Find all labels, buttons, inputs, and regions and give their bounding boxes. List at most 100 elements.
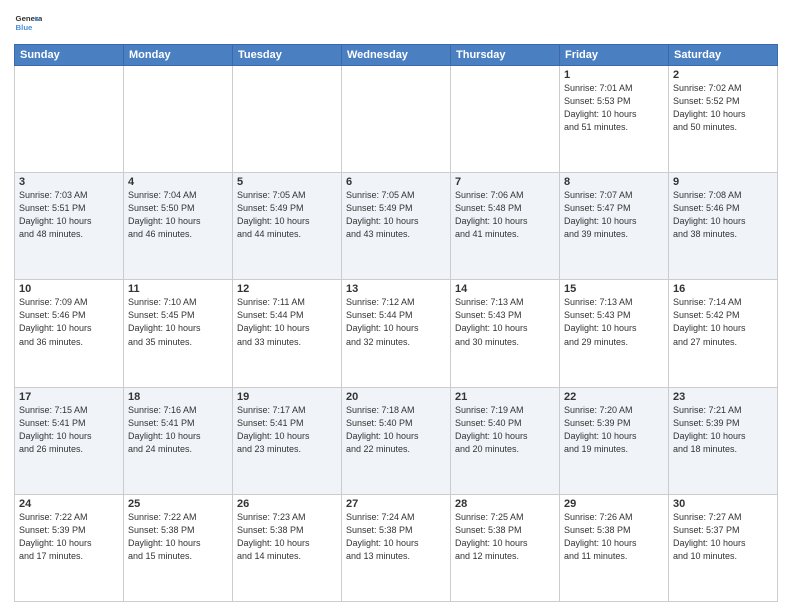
day-info: Sunrise: 7:24 AM Sunset: 5:38 PM Dayligh… bbox=[346, 511, 446, 563]
calendar-cell: 5Sunrise: 7:05 AM Sunset: 5:49 PM Daylig… bbox=[233, 173, 342, 280]
calendar-cell bbox=[342, 66, 451, 173]
day-number: 19 bbox=[237, 391, 337, 403]
day-number: 16 bbox=[673, 283, 773, 295]
day-info: Sunrise: 7:18 AM Sunset: 5:40 PM Dayligh… bbox=[346, 404, 446, 456]
calendar-cell: 15Sunrise: 7:13 AM Sunset: 5:43 PM Dayli… bbox=[560, 280, 669, 387]
calendar-cell: 2Sunrise: 7:02 AM Sunset: 5:52 PM Daylig… bbox=[669, 66, 778, 173]
day-info: Sunrise: 7:14 AM Sunset: 5:42 PM Dayligh… bbox=[673, 296, 773, 348]
weekday-header-thursday: Thursday bbox=[451, 45, 560, 66]
day-info: Sunrise: 7:16 AM Sunset: 5:41 PM Dayligh… bbox=[128, 404, 228, 456]
day-info: Sunrise: 7:19 AM Sunset: 5:40 PM Dayligh… bbox=[455, 404, 555, 456]
day-info: Sunrise: 7:10 AM Sunset: 5:45 PM Dayligh… bbox=[128, 296, 228, 348]
day-number: 6 bbox=[346, 176, 446, 188]
day-number: 11 bbox=[128, 283, 228, 295]
day-number: 8 bbox=[564, 176, 664, 188]
day-info: Sunrise: 7:13 AM Sunset: 5:43 PM Dayligh… bbox=[455, 296, 555, 348]
day-number: 25 bbox=[128, 498, 228, 510]
weekday-header-tuesday: Tuesday bbox=[233, 45, 342, 66]
calendar-cell: 12Sunrise: 7:11 AM Sunset: 5:44 PM Dayli… bbox=[233, 280, 342, 387]
day-info: Sunrise: 7:22 AM Sunset: 5:38 PM Dayligh… bbox=[128, 511, 228, 563]
day-number: 2 bbox=[673, 69, 773, 81]
calendar-cell: 10Sunrise: 7:09 AM Sunset: 5:46 PM Dayli… bbox=[15, 280, 124, 387]
day-info: Sunrise: 7:06 AM Sunset: 5:48 PM Dayligh… bbox=[455, 189, 555, 241]
svg-text:Blue: Blue bbox=[16, 23, 34, 32]
calendar-cell: 19Sunrise: 7:17 AM Sunset: 5:41 PM Dayli… bbox=[233, 387, 342, 494]
day-number: 15 bbox=[564, 283, 664, 295]
calendar-cell: 21Sunrise: 7:19 AM Sunset: 5:40 PM Dayli… bbox=[451, 387, 560, 494]
day-info: Sunrise: 7:20 AM Sunset: 5:39 PM Dayligh… bbox=[564, 404, 664, 456]
calendar-cell: 9Sunrise: 7:08 AM Sunset: 5:46 PM Daylig… bbox=[669, 173, 778, 280]
day-number: 12 bbox=[237, 283, 337, 295]
day-info: Sunrise: 7:27 AM Sunset: 5:37 PM Dayligh… bbox=[673, 511, 773, 563]
day-number: 9 bbox=[673, 176, 773, 188]
calendar-cell: 29Sunrise: 7:26 AM Sunset: 5:38 PM Dayli… bbox=[560, 494, 669, 601]
calendar-cell: 13Sunrise: 7:12 AM Sunset: 5:44 PM Dayli… bbox=[342, 280, 451, 387]
day-number: 3 bbox=[19, 176, 119, 188]
day-info: Sunrise: 7:25 AM Sunset: 5:38 PM Dayligh… bbox=[455, 511, 555, 563]
weekday-header-sunday: Sunday bbox=[15, 45, 124, 66]
day-number: 18 bbox=[128, 391, 228, 403]
day-info: Sunrise: 7:12 AM Sunset: 5:44 PM Dayligh… bbox=[346, 296, 446, 348]
page: General Blue SundayMondayTuesdayWednesda… bbox=[0, 0, 792, 612]
weekday-header-row: SundayMondayTuesdayWednesdayThursdayFrid… bbox=[15, 45, 778, 66]
day-number: 29 bbox=[564, 498, 664, 510]
calendar-cell bbox=[124, 66, 233, 173]
calendar-cell: 28Sunrise: 7:25 AM Sunset: 5:38 PM Dayli… bbox=[451, 494, 560, 601]
day-info: Sunrise: 7:02 AM Sunset: 5:52 PM Dayligh… bbox=[673, 82, 773, 134]
day-number: 30 bbox=[673, 498, 773, 510]
day-number: 26 bbox=[237, 498, 337, 510]
calendar-cell: 20Sunrise: 7:18 AM Sunset: 5:40 PM Dayli… bbox=[342, 387, 451, 494]
week-row-2: 3Sunrise: 7:03 AM Sunset: 5:51 PM Daylig… bbox=[15, 173, 778, 280]
week-row-4: 17Sunrise: 7:15 AM Sunset: 5:41 PM Dayli… bbox=[15, 387, 778, 494]
calendar-cell: 23Sunrise: 7:21 AM Sunset: 5:39 PM Dayli… bbox=[669, 387, 778, 494]
weekday-header-friday: Friday bbox=[560, 45, 669, 66]
day-info: Sunrise: 7:23 AM Sunset: 5:38 PM Dayligh… bbox=[237, 511, 337, 563]
calendar-cell bbox=[451, 66, 560, 173]
calendar-cell bbox=[233, 66, 342, 173]
day-info: Sunrise: 7:15 AM Sunset: 5:41 PM Dayligh… bbox=[19, 404, 119, 456]
day-info: Sunrise: 7:07 AM Sunset: 5:47 PM Dayligh… bbox=[564, 189, 664, 241]
day-number: 22 bbox=[564, 391, 664, 403]
day-info: Sunrise: 7:22 AM Sunset: 5:39 PM Dayligh… bbox=[19, 511, 119, 563]
weekday-header-saturday: Saturday bbox=[669, 45, 778, 66]
weekday-header-wednesday: Wednesday bbox=[342, 45, 451, 66]
calendar-cell: 25Sunrise: 7:22 AM Sunset: 5:38 PM Dayli… bbox=[124, 494, 233, 601]
calendar-cell: 14Sunrise: 7:13 AM Sunset: 5:43 PM Dayli… bbox=[451, 280, 560, 387]
logo: General Blue bbox=[14, 10, 42, 38]
day-info: Sunrise: 7:09 AM Sunset: 5:46 PM Dayligh… bbox=[19, 296, 119, 348]
calendar-cell: 1Sunrise: 7:01 AM Sunset: 5:53 PM Daylig… bbox=[560, 66, 669, 173]
svg-text:General: General bbox=[16, 14, 42, 23]
day-info: Sunrise: 7:21 AM Sunset: 5:39 PM Dayligh… bbox=[673, 404, 773, 456]
calendar-cell: 4Sunrise: 7:04 AM Sunset: 5:50 PM Daylig… bbox=[124, 173, 233, 280]
week-row-1: 1Sunrise: 7:01 AM Sunset: 5:53 PM Daylig… bbox=[15, 66, 778, 173]
day-number: 7 bbox=[455, 176, 555, 188]
day-number: 1 bbox=[564, 69, 664, 81]
week-row-5: 24Sunrise: 7:22 AM Sunset: 5:39 PM Dayli… bbox=[15, 494, 778, 601]
calendar-cell: 8Sunrise: 7:07 AM Sunset: 5:47 PM Daylig… bbox=[560, 173, 669, 280]
calendar-cell: 27Sunrise: 7:24 AM Sunset: 5:38 PM Dayli… bbox=[342, 494, 451, 601]
calendar-cell: 16Sunrise: 7:14 AM Sunset: 5:42 PM Dayli… bbox=[669, 280, 778, 387]
day-number: 13 bbox=[346, 283, 446, 295]
day-number: 17 bbox=[19, 391, 119, 403]
day-number: 24 bbox=[19, 498, 119, 510]
calendar-cell: 26Sunrise: 7:23 AM Sunset: 5:38 PM Dayli… bbox=[233, 494, 342, 601]
weekday-header-monday: Monday bbox=[124, 45, 233, 66]
day-info: Sunrise: 7:11 AM Sunset: 5:44 PM Dayligh… bbox=[237, 296, 337, 348]
day-number: 5 bbox=[237, 176, 337, 188]
day-number: 14 bbox=[455, 283, 555, 295]
logo-icon: General Blue bbox=[14, 10, 42, 38]
calendar-cell: 17Sunrise: 7:15 AM Sunset: 5:41 PM Dayli… bbox=[15, 387, 124, 494]
calendar-cell: 22Sunrise: 7:20 AM Sunset: 5:39 PM Dayli… bbox=[560, 387, 669, 494]
day-info: Sunrise: 7:05 AM Sunset: 5:49 PM Dayligh… bbox=[346, 189, 446, 241]
day-number: 28 bbox=[455, 498, 555, 510]
calendar-cell: 30Sunrise: 7:27 AM Sunset: 5:37 PM Dayli… bbox=[669, 494, 778, 601]
calendar-cell: 24Sunrise: 7:22 AM Sunset: 5:39 PM Dayli… bbox=[15, 494, 124, 601]
day-number: 10 bbox=[19, 283, 119, 295]
day-info: Sunrise: 7:03 AM Sunset: 5:51 PM Dayligh… bbox=[19, 189, 119, 241]
calendar-cell: 7Sunrise: 7:06 AM Sunset: 5:48 PM Daylig… bbox=[451, 173, 560, 280]
day-info: Sunrise: 7:26 AM Sunset: 5:38 PM Dayligh… bbox=[564, 511, 664, 563]
calendar-cell: 3Sunrise: 7:03 AM Sunset: 5:51 PM Daylig… bbox=[15, 173, 124, 280]
day-number: 21 bbox=[455, 391, 555, 403]
week-row-3: 10Sunrise: 7:09 AM Sunset: 5:46 PM Dayli… bbox=[15, 280, 778, 387]
day-info: Sunrise: 7:01 AM Sunset: 5:53 PM Dayligh… bbox=[564, 82, 664, 134]
